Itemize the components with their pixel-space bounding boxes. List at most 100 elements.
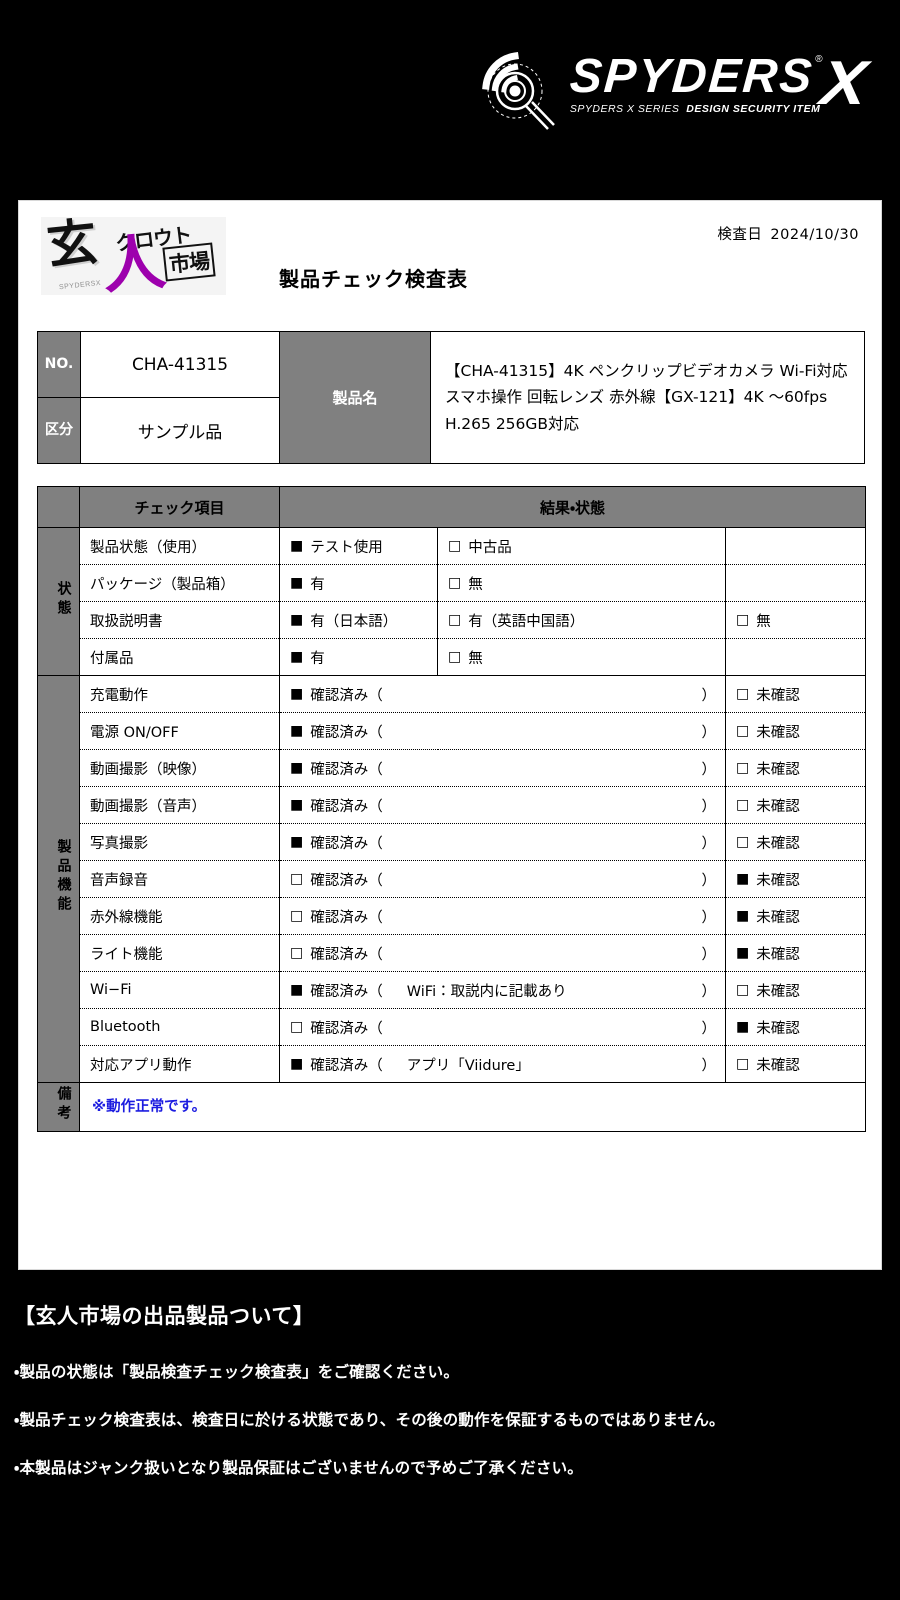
check-item-label: 製品状態（使用） (79, 527, 280, 565)
function-unconfirmed-option[interactable]: □ 未確認 (724, 823, 867, 861)
inspection-date: 検査日 2024/10/30 (717, 223, 859, 244)
function-confirmed-option[interactable]: ■ 確認済み（ ） (279, 786, 726, 824)
checkbox-icon[interactable]: ■ (290, 686, 303, 702)
checkbox-icon[interactable]: ■ (290, 575, 303, 591)
function-confirmed-label: 確認済み (310, 946, 369, 963)
checkbox-icon[interactable]: ■ (290, 1056, 303, 1072)
checkbox-icon[interactable]: □ (736, 982, 749, 998)
checkbox-icon[interactable]: ■ (290, 760, 303, 776)
checkbox-icon[interactable]: □ (448, 612, 461, 628)
function-confirmed-option[interactable]: □ 確認済み（ ） (279, 897, 726, 935)
checkbox-icon[interactable]: ■ (736, 945, 749, 961)
table-row: 動画撮影（映像） ■ 確認済み（ ） □ 未確認 (38, 749, 867, 787)
checkbox-icon[interactable]: □ (736, 612, 749, 628)
status-option-1[interactable]: ■ 有（日本語） (279, 601, 438, 639)
status-option-2[interactable]: □ 中古品 (437, 527, 726, 565)
checkbox-icon[interactable]: ■ (736, 871, 749, 887)
function-unconfirmed-label: 未確認 (756, 761, 800, 778)
status-option-1[interactable]: ■ テスト使用 (279, 527, 438, 565)
checkbox-icon[interactable]: ■ (290, 797, 303, 813)
checkbox-icon[interactable]: □ (290, 908, 303, 924)
paren-close: ） (701, 872, 717, 889)
checkbox-icon[interactable]: □ (736, 723, 749, 739)
status-option-1[interactable]: ■ 有 (279, 564, 438, 602)
checkbox-icon[interactable]: ■ (736, 1019, 749, 1035)
footer-heading: 【玄人市場の出品製品ついて】 (14, 1304, 315, 1328)
paren-open: （ (368, 946, 383, 963)
function-confirmed-option[interactable]: ■ 確認済み（ ） (279, 712, 726, 750)
check-table-header-row: チェック項目 結果・状態 (37, 486, 867, 528)
product-name-value: 【CHA-41315】4K ペンクリップビデオカメラ Wi-Fi対応 スマホ操作… (430, 331, 865, 464)
checkbox-icon[interactable]: ■ (290, 723, 303, 739)
header-result-state: 結果・状態 (278, 486, 867, 528)
status-option-2[interactable]: □ 無 (437, 564, 726, 602)
status-option-2[interactable]: □ 無 (437, 638, 726, 676)
check-item-label: Bluetooth (79, 1008, 280, 1046)
table-row: 製品機能 充電動作 ■ 確認済み（） □ 未確認 (37, 675, 867, 1083)
function-unconfirmed-option[interactable]: ■ 未確認 (724, 1008, 867, 1046)
function-unconfirmed-option[interactable]: □ 未確認 (724, 786, 867, 824)
function-unconfirmed-option[interactable]: □ 未確認 (724, 675, 867, 713)
function-unconfirmed-option[interactable]: □ 未確認 (724, 749, 867, 787)
sheet-header: 玄 クロウト 人 市場 SPYDERSX 検査日 2024/10/30 製品チェッ… (19, 201, 881, 316)
footer-note-1: ・製品の状態は「製品検査チェック検査表」をご確認ください。 (14, 1363, 460, 1381)
paren-open: （ (368, 983, 383, 1000)
function-confirmed-option[interactable]: ■ 確認済み（ ） (279, 675, 726, 713)
status-option-1-label: 有 (310, 650, 325, 667)
inspection-sheet-card: 玄 クロウト 人 市場 SPYDERSX 検査日 2024/10/30 製品チェッ… (18, 200, 882, 1270)
brand-tagline-series: SPYDERS X SERIES (569, 103, 680, 116)
checkbox-icon[interactable]: □ (736, 834, 749, 850)
status-option-2[interactable]: □ 有（英語中国語） (437, 601, 726, 639)
checkbox-icon[interactable]: ■ (290, 834, 303, 850)
table-row: 動画撮影（音声） ■ 確認済み（ ） □ 未確認 (38, 786, 867, 824)
function-confirmed-option[interactable]: ■ 確認済み（WiFi：取説内に記載あり） (279, 971, 726, 1009)
function-confirmed-option[interactable]: ■ 確認済み（ ） (279, 823, 726, 861)
function-note[interactable]: WiFi：取説内に記載あり (383, 980, 702, 1001)
brand-tagline: SPYDERS X SERIES DESIGN SECURITY ITEM (570, 104, 820, 115)
checkbox-icon[interactable]: □ (448, 649, 461, 665)
function-confirmed-label: 確認済み (310, 1057, 369, 1074)
paren-close: ） (701, 946, 717, 963)
checkbox-icon[interactable]: ■ (736, 908, 749, 924)
paren-close: ） (701, 1057, 717, 1074)
logo-text-tiny: SPYDERSX (58, 279, 102, 292)
function-confirmed-option[interactable]: ■ 確認済み（ ） (279, 749, 726, 787)
function-confirmed-option[interactable]: □ 確認済み（ ） (279, 934, 726, 972)
checkbox-icon[interactable]: □ (448, 538, 461, 554)
function-unconfirmed-option[interactable]: □ 未確認 (724, 1045, 867, 1083)
checkbox-icon[interactable]: □ (448, 575, 461, 591)
checkbox-icon[interactable]: ■ (290, 538, 303, 554)
checkbox-icon[interactable]: □ (736, 1056, 749, 1072)
remark-body[interactable]: ※動作正常です。 (78, 1082, 867, 1132)
status-option-3[interactable]: □ 無 (724, 601, 867, 639)
checkbox-icon[interactable]: □ (736, 797, 749, 813)
function-unconfirmed-option[interactable]: □ 未確認 (724, 712, 867, 750)
product-kubun-label: 区分 (37, 397, 81, 464)
paren-open: （ (368, 835, 383, 852)
paren-close: ） (701, 724, 717, 741)
function-unconfirmed-option[interactable]: ■ 未確認 (724, 897, 867, 935)
function-unconfirmed-option[interactable]: ■ 未確認 (724, 860, 867, 898)
paren-open: （ (368, 687, 383, 704)
paren-open: （ (368, 1057, 383, 1074)
checkbox-icon[interactable]: □ (736, 760, 749, 776)
product-info-table: NO. CHA-41315 製品名 【CHA-41315】4K ペンクリップビデ… (37, 331, 865, 464)
function-confirmed-option[interactable]: ■ 確認済み（アプリ「Viidure」） (279, 1045, 726, 1083)
status-option-1[interactable]: ■ 有 (279, 638, 438, 676)
checkbox-icon[interactable]: ■ (290, 649, 303, 665)
checkbox-icon[interactable]: ■ (290, 612, 303, 628)
function-unconfirmed-option[interactable]: □ 未確認 (724, 971, 867, 1009)
status-option-3 (724, 527, 867, 565)
checkbox-icon[interactable]: □ (290, 945, 303, 961)
product-no-value: CHA-41315 (80, 331, 280, 398)
checkbox-icon[interactable]: ■ (290, 982, 303, 998)
product-kubun-value: サンプル品 (80, 397, 280, 464)
function-unconfirmed-option[interactable]: ■ 未確認 (724, 934, 867, 972)
checkbox-icon[interactable]: □ (290, 871, 303, 887)
function-unconfirmed-label: 未確認 (756, 835, 800, 852)
function-note[interactable]: アプリ「Viidure」 (383, 1054, 702, 1075)
function-confirmed-option[interactable]: □ 確認済み（ ） (279, 860, 726, 898)
function-confirmed-option[interactable]: □ 確認済み（ ） (279, 1008, 726, 1046)
checkbox-icon[interactable]: □ (290, 1019, 303, 1035)
checkbox-icon[interactable]: □ (736, 686, 749, 702)
